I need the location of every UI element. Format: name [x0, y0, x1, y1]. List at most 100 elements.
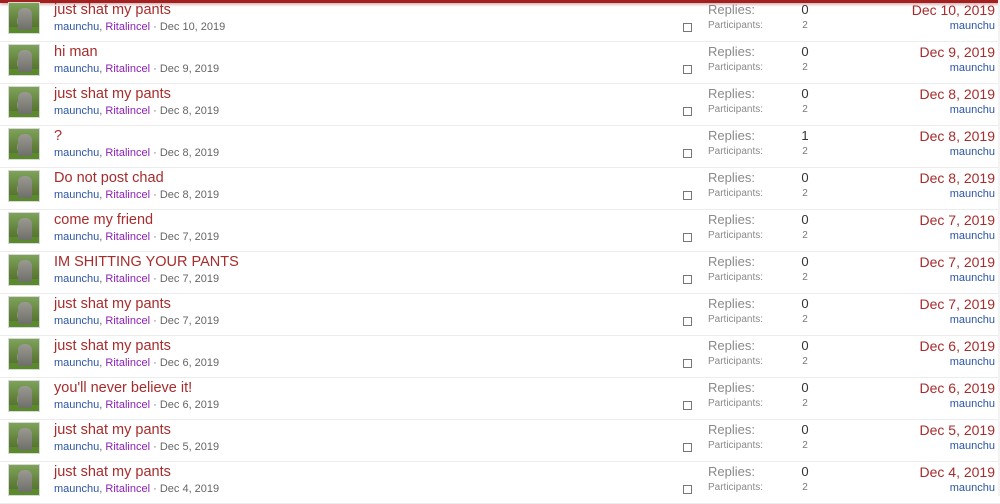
select-checkbox[interactable]	[683, 359, 692, 368]
participant-link[interactable]: Ritalincel	[105, 21, 150, 33]
last-message-date[interactable]: Dec 9, 2019	[920, 44, 996, 60]
avatar-tombstone-icon	[18, 92, 32, 114]
participant-link[interactable]: maunchu	[54, 231, 99, 243]
participants-count: 2	[802, 440, 808, 451]
last-message-date[interactable]: Dec 6, 2019	[920, 380, 996, 396]
participant-link[interactable]: maunchu	[54, 483, 99, 495]
avatar[interactable]	[8, 86, 40, 118]
conversation-title[interactable]: come my friend	[54, 212, 153, 228]
avatar[interactable]	[8, 338, 40, 370]
last-message-date[interactable]: Dec 6, 2019	[920, 338, 996, 354]
last-message-user[interactable]: maunchu	[950, 20, 995, 32]
participant-link[interactable]: maunchu	[54, 315, 99, 327]
select-checkbox[interactable]	[683, 275, 692, 284]
conversation-title[interactable]: hi man	[54, 44, 98, 60]
conversation-row: just shat my pants maunchu, Ritalincel ·…	[0, 0, 1000, 42]
select-checkbox[interactable]	[683, 233, 692, 242]
avatar[interactable]	[8, 212, 40, 244]
last-message-date[interactable]: Dec 8, 2019	[920, 86, 996, 102]
conversation-title[interactable]: just shat my pants	[54, 422, 171, 438]
last-message-user[interactable]: maunchu	[950, 356, 995, 368]
participant-separator: ,	[99, 21, 103, 33]
avatar[interactable]	[8, 380, 40, 412]
last-message-user[interactable]: maunchu	[950, 398, 995, 410]
select-checkbox[interactable]	[683, 149, 692, 158]
participant-link[interactable]: Ritalincel	[105, 231, 150, 243]
select-checkbox[interactable]	[683, 401, 692, 410]
last-message-user[interactable]: maunchu	[950, 314, 995, 326]
participants-count: 2	[802, 314, 808, 325]
participant-link[interactable]: Ritalincel	[105, 147, 150, 159]
conversation-title[interactable]: just shat my pants	[54, 338, 171, 354]
start-date: Dec 7, 2019	[159, 273, 220, 285]
conversation-title[interactable]: IM SHITTING YOUR PANTS	[54, 254, 239, 270]
last-message-user[interactable]: maunchu	[950, 440, 995, 452]
meta-separator: ·	[153, 189, 157, 201]
avatar[interactable]	[8, 464, 40, 496]
last-message-date[interactable]: Dec 8, 2019	[920, 170, 996, 186]
conversation-title[interactable]: just shat my pants	[54, 296, 171, 312]
participant-link[interactable]: maunchu	[54, 189, 99, 201]
last-message-user[interactable]: maunchu	[950, 230, 995, 242]
participant-separator: ,	[99, 147, 103, 159]
select-checkbox[interactable]	[683, 191, 692, 200]
last-message-user[interactable]: maunchu	[950, 272, 995, 284]
avatar[interactable]	[8, 170, 40, 202]
participant-link[interactable]: Ritalincel	[105, 105, 150, 117]
participant-link[interactable]: Ritalincel	[105, 441, 150, 453]
participant-link[interactable]: maunchu	[54, 63, 99, 75]
participant-link[interactable]: maunchu	[54, 357, 99, 369]
conversation-title[interactable]: you'll never believe it!	[54, 380, 192, 396]
select-checkbox[interactable]	[683, 107, 692, 116]
conversation-title[interactable]: just shat my pants	[54, 464, 171, 480]
avatar[interactable]	[8, 422, 40, 454]
avatar[interactable]	[8, 44, 40, 76]
select-checkbox[interactable]	[683, 23, 692, 32]
start-date: Dec 10, 2019	[159, 21, 226, 33]
replies-count: 0	[801, 2, 809, 17]
participant-link[interactable]: Ritalincel	[105, 63, 150, 75]
avatar[interactable]	[8, 254, 40, 286]
select-checkbox[interactable]	[683, 317, 692, 326]
avatar-tombstone-icon	[18, 386, 32, 408]
conversation-meta: maunchu, Ritalincel · Dec 10, 2019	[54, 21, 225, 33]
last-message-user[interactable]: maunchu	[950, 104, 995, 116]
conversation-title[interactable]: Do not post chad	[54, 170, 164, 186]
participant-link[interactable]: maunchu	[54, 399, 99, 411]
select-checkbox[interactable]	[683, 485, 692, 494]
participant-link[interactable]: maunchu	[54, 21, 99, 33]
participant-link[interactable]: Ritalincel	[105, 315, 150, 327]
last-message-user[interactable]: maunchu	[950, 146, 995, 158]
participant-link[interactable]: Ritalincel	[105, 189, 150, 201]
avatar[interactable]	[8, 128, 40, 160]
avatar[interactable]	[8, 296, 40, 328]
participant-link[interactable]: maunchu	[54, 273, 99, 285]
replies-label: Replies:	[708, 170, 755, 185]
conversation-title[interactable]: just shat my pants	[54, 2, 171, 18]
participant-link[interactable]: maunchu	[54, 441, 99, 453]
participant-link[interactable]: Ritalincel	[105, 483, 150, 495]
select-checkbox[interactable]	[683, 443, 692, 452]
select-checkbox[interactable]	[683, 65, 692, 74]
replies-count: 0	[801, 86, 809, 101]
participant-link[interactable]: Ritalincel	[105, 399, 150, 411]
last-message-date[interactable]: Dec 5, 2019	[920, 422, 996, 438]
last-message-date[interactable]: Dec 8, 2019	[920, 128, 996, 144]
last-message-date[interactable]: Dec 7, 2019	[920, 296, 996, 312]
participant-link[interactable]: maunchu	[54, 105, 99, 117]
participant-link[interactable]: Ritalincel	[105, 357, 150, 369]
avatar[interactable]	[8, 2, 40, 34]
last-message-date[interactable]: Dec 10, 2019	[912, 2, 995, 18]
last-message-date[interactable]: Dec 4, 2019	[920, 464, 996, 480]
last-message-user[interactable]: maunchu	[950, 188, 995, 200]
conversation-row: hi man maunchu, Ritalincel · Dec 9, 2019…	[0, 42, 1000, 84]
last-message-date[interactable]: Dec 7, 2019	[920, 254, 996, 270]
conversation-row: ? maunchu, Ritalincel · Dec 8, 2019 Repl…	[0, 126, 1000, 168]
last-message-user[interactable]: maunchu	[950, 62, 995, 74]
last-message-date[interactable]: Dec 7, 2019	[920, 212, 996, 228]
conversation-title[interactable]: just shat my pants	[54, 86, 171, 102]
participant-link[interactable]: Ritalincel	[105, 273, 150, 285]
participant-link[interactable]: maunchu	[54, 147, 99, 159]
last-message-user[interactable]: maunchu	[950, 482, 995, 494]
conversation-title[interactable]: ?	[54, 128, 62, 144]
